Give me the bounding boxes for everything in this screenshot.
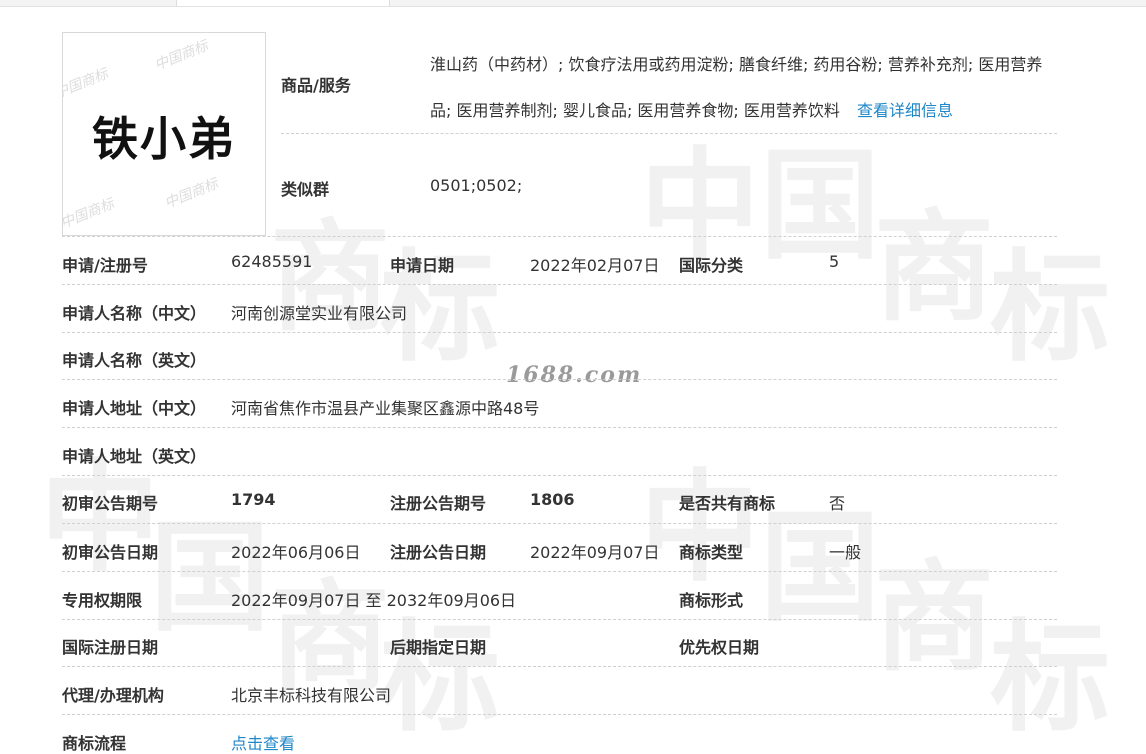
divider <box>62 619 1057 620</box>
shared-value: 否 <box>829 494 846 513</box>
logo-watermark-text: 中国商标 <box>152 38 211 74</box>
divider <box>62 714 1057 715</box>
prelim-no-label: 初审公告期号 <box>62 494 159 513</box>
app-date-value: 2022年02月07日 <box>530 256 660 275</box>
divider <box>62 571 1057 572</box>
logo-watermark-text: 中国商标 <box>62 66 111 102</box>
app-date-label: 申请日期 <box>390 256 455 275</box>
reg-date-value: 2022年09月07日 <box>530 543 660 562</box>
trademark-mark-text: 铁小弟 <box>92 112 236 166</box>
term-label: 专用权期限 <box>62 591 143 610</box>
address-cn-label: 申请人地址（中文） <box>62 399 207 418</box>
intl-class-value: 5 <box>829 252 840 271</box>
intl-class-label: 国际分类 <box>679 256 744 275</box>
similar-group-value: 0501;0502; <box>430 176 523 195</box>
agent-label: 代理/办理机构 <box>62 686 164 705</box>
intl-reg-date-label: 国际注册日期 <box>62 638 159 657</box>
address-en-label: 申请人地址（英文） <box>62 447 207 466</box>
divider <box>62 666 1057 667</box>
watermark-guo-1: 国 <box>760 137 940 276</box>
tm-form-label: 商标形式 <box>679 591 744 610</box>
watermark-shang-3: 商 <box>874 549 1054 688</box>
divider <box>62 475 1057 476</box>
divider <box>62 523 1057 524</box>
process-label: 商标流程 <box>62 734 127 753</box>
term-value: 2022年09月07日 至 2032年09月06日 <box>231 591 517 610</box>
divider <box>62 236 1057 237</box>
divider <box>62 427 1057 428</box>
prelim-no-value: 1794 <box>231 490 276 509</box>
divider <box>281 133 1057 134</box>
divider <box>62 379 1057 380</box>
later-date-label: 后期指定日期 <box>390 638 487 657</box>
tm-type-value: 一般 <box>829 543 862 562</box>
applicant-cn-value: 河南创源堂实业有限公司 <box>231 304 408 323</box>
reg-no-value: 1806 <box>530 490 575 509</box>
applicant-en-label: 申请人名称（英文） <box>62 351 207 370</box>
prelim-date-label: 初审公告日期 <box>62 543 159 562</box>
active-tab[interactable] <box>176 0 390 6</box>
app-no-label: 申请/注册号 <box>62 256 148 275</box>
trademark-image: 中国商标 中国商标 中国商标 中国商标 铁小弟 <box>62 32 266 236</box>
reg-no-label: 注册公告期号 <box>390 494 487 513</box>
address-cn-value: 河南省焦作市温县产业集聚区鑫源中路48号 <box>231 399 540 418</box>
shared-label: 是否共有商标 <box>679 494 776 513</box>
agent-value: 北京丰标科技有限公司 <box>231 686 392 705</box>
similar-group-label: 类似群 <box>281 180 330 199</box>
process-view-link[interactable]: 点击查看 <box>231 730 295 754</box>
watermark-biao-3: 标 <box>990 609 1146 748</box>
tm-type-label: 商标类型 <box>679 543 744 562</box>
goods-label: 商品/服务 <box>281 76 351 95</box>
watermark-shang-1: 商 <box>874 199 1054 338</box>
prelim-date-value: 2022年06月06日 <box>231 543 361 562</box>
priority-label: 优先权日期 <box>679 638 760 657</box>
site-watermark: 1688.com <box>506 362 643 388</box>
goods-list: 淮山药（中药材）; 饮食疗法用或药用淀粉; 膳食纤维; 药用谷粉; 营养补充剂;… <box>430 42 1060 134</box>
watermark-zhong-3: 中 <box>640 459 820 598</box>
applicant-cn-label: 申请人名称（中文） <box>62 304 207 323</box>
browser-tab-strip <box>0 0 1146 7</box>
logo-watermark-text: 中国商标 <box>62 196 117 232</box>
divider <box>62 332 1057 333</box>
view-details-link[interactable]: 查看详细信息 <box>857 101 953 120</box>
divider <box>62 284 1057 285</box>
logo-watermark-text: 中国商标 <box>162 176 221 212</box>
app-no-value: 62485591 <box>231 252 313 271</box>
reg-date-label: 注册公告日期 <box>390 543 487 562</box>
